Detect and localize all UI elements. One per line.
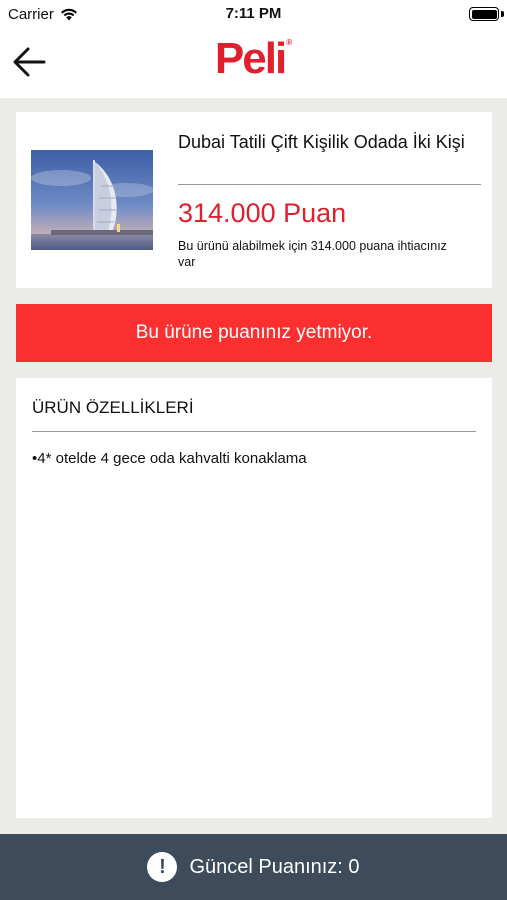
features-heading: ÜRÜN ÖZELLİKLERİ (32, 398, 194, 417)
product-image (31, 150, 153, 250)
exclamation-icon: ! (147, 852, 178, 882)
feature-item: •4* otelde 4 gece oda kahvalti konaklama (32, 450, 307, 467)
logo-text: Peli (214, 34, 287, 83)
nav-bar: Peli® (0, 28, 507, 98)
battery-icon (469, 7, 499, 21)
logo-registered-mark: ® (286, 38, 293, 47)
peli-logo: Peli® (0, 34, 507, 84)
status-time: 7:11 PM (225, 5, 282, 22)
features-card: ÜRÜN ÖZELLİKLERİ •4* otelde 4 gece oda k… (16, 378, 492, 818)
battery-tip (501, 11, 504, 17)
product-card: Dubai Tatili Çift Kişilik Odada İki Kişi… (16, 112, 492, 288)
points-needed-note: Bu ürünü alabilmek için 314.000 puana ih… (178, 239, 447, 269)
insufficient-points-banner: Bu ürüne puanınız yetmiyor. (16, 304, 492, 362)
product-price: 314.000 Puan (178, 198, 347, 228)
current-points-bar: ! Güncel Puanınız: 0 (0, 834, 507, 900)
alert-message: Bu ürüne puanınız yetmiyor. (135, 322, 373, 343)
title-divider (178, 184, 481, 185)
product-title: Dubai Tatili Çift Kişilik Odada İki Kişi (178, 132, 465, 152)
status-bar: Carrier 7:11 PM (0, 0, 507, 28)
features-divider (32, 431, 476, 432)
current-points-label: Güncel Puanınız: 0 (189, 855, 360, 878)
